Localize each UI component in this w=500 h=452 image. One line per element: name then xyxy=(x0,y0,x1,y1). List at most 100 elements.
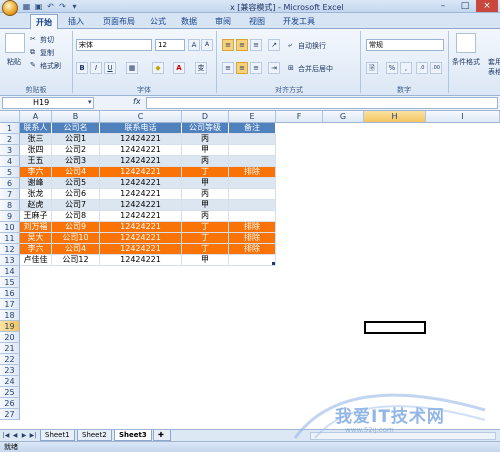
font-color-button[interactable]: A xyxy=(173,62,185,74)
column-header-d[interactable]: D xyxy=(182,111,229,123)
table-cell[interactable]: 公司1 xyxy=(52,134,100,145)
align-middle-icon[interactable]: ≡ xyxy=(236,39,248,51)
column-header-g[interactable]: G xyxy=(323,111,364,123)
row-header[interactable]: 8 xyxy=(0,200,20,211)
row-header[interactable]: 1 xyxy=(0,123,20,134)
row-header[interactable]: 18 xyxy=(0,310,20,321)
table-cell[interactable]: 谢峰 xyxy=(20,178,52,189)
table-cell[interactable]: 丙 xyxy=(182,156,229,167)
column-header-f[interactable]: F xyxy=(276,111,323,123)
maximize-button[interactable]: □ xyxy=(454,0,476,12)
redo-icon[interactable]: ↷ xyxy=(58,2,67,11)
comma-button[interactable]: , xyxy=(400,62,412,74)
next-sheet-icon[interactable]: ▶ xyxy=(20,431,28,440)
table-cell[interactable]: 赵虎 xyxy=(20,200,52,211)
conditional-format-icon[interactable] xyxy=(456,33,476,53)
row-header[interactable]: 20 xyxy=(0,332,20,343)
table-cell[interactable]: 吴大 xyxy=(20,233,52,244)
column-header-e[interactable]: E xyxy=(229,111,276,123)
table-cell[interactable]: 排除 xyxy=(229,167,276,178)
table-cell[interactable]: 丁 xyxy=(182,244,229,255)
table-cell[interactable]: 甲 xyxy=(182,255,229,266)
conditional-format-button[interactable]: 条件格式 xyxy=(452,57,480,67)
row-header[interactable]: 7 xyxy=(0,189,20,200)
format-as-table-button[interactable]: 套用 xyxy=(488,57,500,67)
first-sheet-icon[interactable]: |◀ xyxy=(2,431,10,440)
column-header-a[interactable]: A xyxy=(20,111,52,123)
table-cell[interactable]: 丙 xyxy=(182,134,229,145)
row-header[interactable]: 14 xyxy=(0,266,20,277)
minimize-button[interactable]: – xyxy=(432,0,454,12)
tab-page-layout[interactable]: 页面布局 xyxy=(98,14,140,29)
tab-home[interactable]: 开始 xyxy=(30,14,58,29)
grow-font-button[interactable]: A xyxy=(188,39,200,51)
table-cell[interactable] xyxy=(229,211,276,222)
table-cell[interactable]: 甲 xyxy=(182,178,229,189)
table-cell[interactable]: 丙 xyxy=(182,211,229,222)
office-button[interactable] xyxy=(2,0,18,16)
orientation-icon[interactable]: ↗ xyxy=(268,39,280,51)
row-header[interactable]: 27 xyxy=(0,409,20,420)
tab-developer[interactable]: 开发工具 xyxy=(278,14,320,29)
table-cell[interactable]: 12424221 xyxy=(100,244,182,255)
table-cell[interactable]: 王麻子 xyxy=(20,211,52,222)
font-name-select[interactable]: 宋体 xyxy=(76,39,152,51)
tab-review[interactable]: 审阅 xyxy=(210,14,236,29)
row-header[interactable]: 13 xyxy=(0,255,20,266)
select-all-corner[interactable] xyxy=(0,111,20,123)
column-header-c[interactable]: C xyxy=(100,111,182,123)
row-header[interactable]: 4 xyxy=(0,156,20,167)
active-cell[interactable] xyxy=(364,321,426,334)
table-cell[interactable]: 公司4 xyxy=(52,244,100,255)
copy-icon[interactable]: ⧉ xyxy=(30,48,35,57)
table-header-cell[interactable]: 联系人 xyxy=(20,123,52,134)
table-cell[interactable]: 12424221 xyxy=(100,145,182,156)
row-header[interactable]: 25 xyxy=(0,387,20,398)
align-right-icon[interactable]: ≡ xyxy=(250,62,262,74)
table-cell[interactable]: 12424221 xyxy=(100,156,182,167)
bold-button[interactable]: B xyxy=(76,62,88,74)
row-header[interactable]: 26 xyxy=(0,398,20,409)
cut-button[interactable]: 剪切 xyxy=(40,35,54,45)
table-cell[interactable]: 公司6 xyxy=(52,189,100,200)
table-cell[interactable]: 公司9 xyxy=(52,222,100,233)
name-box[interactable]: H19 xyxy=(2,97,94,109)
name-box-dropdown-icon[interactable]: ▾ xyxy=(88,98,92,106)
row-header[interactable]: 16 xyxy=(0,288,20,299)
row-header[interactable]: 23 xyxy=(0,365,20,376)
merge-center-button[interactable]: 合并后居中 xyxy=(298,64,333,74)
column-header-b[interactable]: B xyxy=(52,111,100,123)
font-size-select[interactable]: 12 xyxy=(155,39,185,51)
format-painter-icon[interactable]: ✎ xyxy=(30,61,36,69)
table-cell[interactable]: 丁 xyxy=(182,167,229,178)
sheet-tab-sheet1[interactable]: Sheet1 xyxy=(40,430,75,441)
table-header-cell[interactable]: 备注 xyxy=(229,123,276,134)
table-cell[interactable]: 甲 xyxy=(182,145,229,156)
insert-function-button[interactable]: fx xyxy=(133,97,141,106)
table-cell[interactable] xyxy=(229,255,276,266)
align-bottom-icon[interactable]: ≡ xyxy=(250,39,262,51)
table-cell[interactable]: 12424221 xyxy=(100,255,182,266)
table-cell[interactable]: 排除 xyxy=(229,222,276,233)
table-cell[interactable]: 张四 xyxy=(20,145,52,156)
table-cell[interactable] xyxy=(229,134,276,145)
percent-button[interactable]: % xyxy=(386,62,398,74)
table-cell[interactable]: 公司10 xyxy=(52,233,100,244)
row-header[interactable]: 24 xyxy=(0,376,20,387)
sheet-tab-sheet3[interactable]: Sheet3 xyxy=(114,430,152,441)
align-left-icon[interactable]: ≡ xyxy=(222,62,234,74)
tab-data[interactable]: 数据 xyxy=(176,14,202,29)
row-header[interactable]: 19 xyxy=(0,321,20,332)
table-cell[interactable]: 张三 xyxy=(20,134,52,145)
tab-insert[interactable]: 插入 xyxy=(63,14,89,29)
table-cell[interactable]: 丁 xyxy=(182,233,229,244)
align-top-icon[interactable]: ≡ xyxy=(222,39,234,51)
prev-sheet-icon[interactable]: ◀ xyxy=(11,431,19,440)
table-cell[interactable] xyxy=(229,145,276,156)
table-cell[interactable]: 公司3 xyxy=(52,156,100,167)
table-resize-handle[interactable] xyxy=(272,262,275,265)
wrap-text-icon[interactable]: ⤶ xyxy=(288,41,292,50)
table-cell[interactable] xyxy=(229,200,276,211)
table-cell[interactable] xyxy=(229,189,276,200)
table-cell[interactable]: 排除 xyxy=(229,244,276,255)
